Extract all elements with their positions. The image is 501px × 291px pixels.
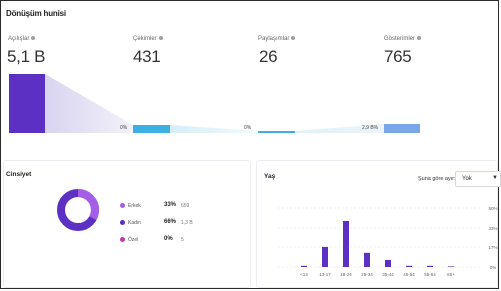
legend-count-kadin: 1,3 B — [181, 220, 193, 226]
breakdown-select[interactable]: Yok ▼ — [455, 171, 501, 187]
y-tick-label: 17% — [488, 245, 497, 250]
conversion-rate-3: 2,9 B% — [362, 125, 379, 131]
x-tick-label: <13 — [300, 272, 308, 277]
breakdown-label: Şuna göre ayır: — [418, 176, 456, 182]
x-tick-label: 55-64 — [424, 272, 436, 277]
metric-captures-value: 431 — [133, 47, 161, 66]
age-bar-25-34[interactable] — [364, 252, 370, 267]
chevron-down-icon: ▼ — [492, 175, 498, 181]
funnel-bar-opens — [9, 74, 45, 133]
legend-pct-erkek: 33% — [164, 202, 177, 208]
funnel-title: Dönüşüm hunisi — [6, 9, 66, 18]
age-bar-55-64[interactable] — [427, 265, 433, 267]
conversion-rate-1: 0% — [120, 125, 128, 131]
x-tick-label: 65+ — [447, 272, 455, 277]
legend-pct-ozel: 0% — [164, 236, 173, 242]
gender-donut-chart — [57, 189, 99, 231]
y-tick-label: 50% — [488, 206, 497, 211]
age-title: Yaş — [264, 173, 276, 180]
funnel-bar-impressions — [384, 124, 420, 133]
x-tick-label: 25-34 — [361, 272, 373, 277]
funnel-bar-captures — [133, 125, 170, 133]
age-bar-18-24[interactable] — [343, 220, 349, 267]
legend-label-ozel: Özel — [128, 237, 139, 243]
metric-shares-value: 26 — [259, 47, 278, 66]
age-bar-35-44[interactable] — [385, 259, 391, 267]
age-bar-45-54[interactable] — [406, 265, 412, 267]
funnel-bar-shares — [258, 131, 295, 133]
x-tick-label: 45-54 — [403, 272, 415, 277]
age-bar-chart: 50% 33% 17% 0% <13 13-17 18-24 25-34 35-44 45-54 5… — [278, 206, 498, 277]
info-icon[interactable] — [31, 36, 36, 41]
metric-impressions-label: Gösterimler — [384, 36, 422, 42]
legend-dot-erkek — [120, 203, 125, 208]
legend-dot-kadin — [120, 220, 125, 225]
x-tick-label: 35-44 — [382, 272, 394, 277]
breakdown-select-value: Yok — [462, 176, 472, 182]
metric-opens-label: Açılışlar — [8, 36, 36, 42]
info-icon[interactable] — [417, 36, 422, 41]
conversion-rate-2: 0% — [244, 125, 252, 131]
legend-label-kadin: Kadın — [128, 220, 142, 226]
info-icon[interactable] — [158, 36, 163, 41]
legend-pct-kadin: 66% — [164, 219, 177, 225]
age-bar-65+[interactable] — [448, 266, 454, 268]
x-tick-label: 18-24 — [340, 272, 352, 277]
x-tick-label: 13-17 — [319, 272, 331, 277]
age-bar-13-17[interactable] — [322, 246, 328, 267]
legend-count-erkek: 659 — [181, 203, 190, 209]
metric-opens-value: 5,1 B — [7, 47, 46, 66]
y-tick-label: 33% — [488, 226, 497, 231]
metric-impressions-value: 765 — [384, 47, 412, 66]
legend-count-ozel: 5 — [181, 237, 184, 243]
legend-dot-ozel — [120, 237, 125, 242]
legend-label-erkek: Erkek — [128, 203, 141, 209]
metric-shares-label: Paylaşımlar — [258, 36, 296, 42]
y-tick-label: 0% — [490, 265, 497, 270]
age-bar-<13[interactable] — [301, 265, 307, 267]
gender-card — [3, 160, 251, 288]
info-icon[interactable] — [291, 36, 296, 41]
gender-title: Cinsiyet — [6, 171, 32, 178]
metric-captures-label: Çekimler — [133, 36, 163, 42]
